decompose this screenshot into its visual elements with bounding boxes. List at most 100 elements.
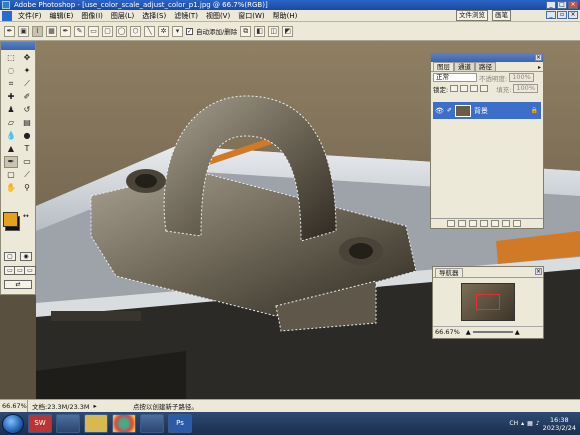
delete-layer-icon[interactable] [513,220,521,227]
doc-restore-button[interactable]: ▫ [557,11,567,19]
move-tool-icon[interactable]: ✥ [20,52,34,64]
toolbox-titlebar[interactable] [1,42,35,50]
marquee-tool-icon[interactable]: ⬚ [4,52,18,64]
rounded-rectangle-icon[interactable]: ▢ [102,25,113,37]
link-layers-icon[interactable] [447,220,455,227]
freeform-pen-icon[interactable]: ✎ [74,25,85,37]
menu-filter[interactable]: 滤镜(T) [170,11,202,21]
menu-help[interactable]: 帮助(H) [269,11,302,21]
magic-wand-tool-icon[interactable]: ✦ [20,65,34,77]
slice-tool-icon[interactable]: ⟋ [20,78,34,90]
language-indicator[interactable]: CH [509,420,518,427]
menu-edit[interactable]: 编辑(E) [46,11,78,21]
menu-window[interactable]: 窗口(W) [234,11,268,21]
custom-shape-icon[interactable]: ✲ [158,25,169,37]
geometry-options-icon[interactable]: ▾ [172,25,183,37]
healing-brush-tool-icon[interactable]: ✚ [4,91,18,103]
ps-menu-icon[interactable] [2,10,12,21]
dodge-tool-icon[interactable]: ● [20,130,34,142]
notes-tool-icon[interactable]: ▢ [4,169,18,181]
foreground-color-swatch[interactable] [3,212,18,227]
fill-pixels-icon[interactable]: ▦ [46,25,57,37]
new-layer-icon[interactable] [502,220,510,227]
jump-to-imageready-icon[interactable]: ⇄ [4,280,32,289]
network-icon[interactable]: ▦ [527,420,533,427]
lasso-tool-icon[interactable]: ◌ [4,65,18,77]
shape-tool-icon[interactable]: ▭ [20,156,34,168]
layer-mask-icon[interactable] [469,220,477,227]
blend-mode-select[interactable]: 正常 [433,73,477,82]
panel-menu-icon[interactable]: ▸ [538,64,543,71]
taskbar-explorer[interactable] [84,414,108,433]
taskbar-photoshop[interactable]: Ps [168,414,192,433]
hand-tool-icon[interactable]: ✋ [4,182,18,194]
line-icon[interactable]: ╲ [144,25,155,37]
navigator-preview-area[interactable] [433,278,543,326]
standard-mode-icon[interactable]: ▢ [4,252,16,261]
ellipse-icon[interactable]: ◯ [116,25,127,37]
stamp-tool-icon[interactable]: ♟ [4,104,18,116]
exclude-path-icon[interactable]: ◩ [282,25,294,37]
brush-link-icon[interactable]: ✐ [447,107,452,114]
type-tool-icon[interactable]: T [20,143,34,155]
doc-size[interactable]: 文档:23.3M/23.3M [28,401,94,411]
tab-channels[interactable]: 通道 [454,62,475,71]
crop-tool-icon[interactable]: ⌗ [4,78,18,90]
close-button[interactable]: × [568,1,578,9]
lock-transparency-icon[interactable] [450,85,459,92]
layer-style-icon[interactable] [458,220,466,227]
taskbar-chrome[interactable] [112,414,136,433]
visibility-eye-icon[interactable]: 👁 [435,107,444,115]
tab-navigator[interactable]: 导航器 [435,268,463,277]
lock-all-icon[interactable] [480,85,489,92]
status-zoom[interactable]: 66.67% [0,400,28,412]
layer-row-background[interactable]: 👁 ✐ 背景 🔒 [433,102,541,119]
paths-mode-icon[interactable]: ⌇ [32,25,43,37]
zoom-in-icon[interactable]: ▲ [515,328,520,336]
menu-select[interactable]: 选择(S) [138,11,170,21]
auto-add-delete-checkbox[interactable]: ✓ [186,27,193,35]
shape-layers-icon[interactable]: ▣ [18,25,29,37]
new-group-icon[interactable] [480,220,488,227]
lock-position-icon[interactable] [470,85,479,92]
taskbar-app-blue[interactable] [140,414,164,433]
file-browser-tab[interactable]: 文件浏览 [456,10,488,21]
zoom-out-icon[interactable]: ▲ [466,328,471,336]
opacity-field[interactable]: 100% [509,73,534,82]
pen-tool-preset-icon[interactable]: ✒ [4,25,15,37]
tab-paths[interactable]: 路径 [475,62,496,71]
add-to-path-icon[interactable]: ⧉ [240,25,252,37]
view-box[interactable] [476,294,500,310]
path-selection-tool-icon[interactable]: ▲ [4,143,18,155]
brushes-tab[interactable]: 画笔 [492,10,511,21]
screen-mode-full-icon[interactable]: ▭ [24,266,36,275]
fill-field[interactable]: 100% [513,84,538,93]
maximize-button[interactable]: □ [557,1,567,9]
blur-tool-icon[interactable]: 💧 [4,130,18,142]
zoom-slider[interactable] [472,331,513,333]
minimize-button[interactable]: _ [546,1,556,9]
layers-panel-close-button[interactable]: × [535,54,542,61]
adjustment-layer-icon[interactable] [491,220,499,227]
polygon-icon[interactable]: ⬡ [130,25,141,37]
intersect-path-icon[interactable]: ◫ [268,25,280,37]
menu-layer[interactable]: 图层(L) [107,11,138,21]
volume-icon[interactable]: ♪ [536,420,540,427]
tray-arrow-icon[interactable]: ▴ [521,420,524,427]
pen-icon[interactable]: ✒ [60,25,71,37]
tab-layers[interactable]: 图层 [433,62,454,71]
clock[interactable]: 16:38 2023/2/24 [543,416,576,432]
gradient-tool-icon[interactable]: ▤ [20,117,34,129]
swap-colors-icon[interactable]: ↔ [23,212,29,220]
eraser-tool-icon[interactable]: ▱ [4,117,18,129]
subtract-path-icon[interactable]: ◧ [254,25,266,37]
menu-file[interactable]: 文件(F) [14,11,46,21]
navigator-close-button[interactable]: × [535,268,542,275]
menu-view[interactable]: 视图(V) [202,11,234,21]
doc-close-button[interactable]: × [568,11,578,19]
taskbar-media-player[interactable] [56,414,80,433]
doc-minimize-button[interactable]: _ [546,11,556,19]
history-brush-tool-icon[interactable]: ↺ [20,104,34,116]
menu-image[interactable]: 图像(I) [77,11,107,21]
rectangle-icon[interactable]: ▭ [88,25,99,37]
